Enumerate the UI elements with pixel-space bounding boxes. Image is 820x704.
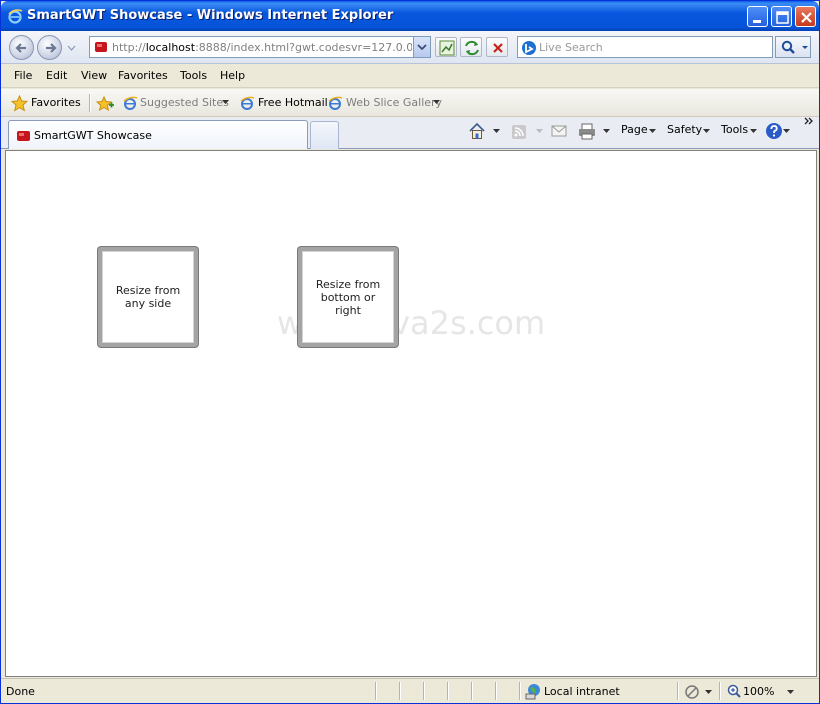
menu-tools[interactable]: Tools xyxy=(180,69,207,82)
menu-bar: File Edit View Favorites Tools Help xyxy=(1,64,819,88)
print-icon[interactable] xyxy=(578,123,596,140)
ie-page-icon xyxy=(240,96,255,110)
status-separator xyxy=(495,682,496,700)
maximize-button[interactable] xyxy=(771,6,792,27)
tab-smartgwt-showcase[interactable]: SmartGWT Showcase xyxy=(8,120,308,149)
chevron-down-icon xyxy=(417,44,427,51)
browser-window: SmartGWT Showcase - Windows Internet Exp… xyxy=(0,0,820,704)
status-separator xyxy=(519,682,520,700)
recent-pages-dropdown-icon[interactable] xyxy=(67,45,76,51)
status-separator xyxy=(399,682,400,700)
help-icon[interactable] xyxy=(765,122,783,140)
resize-bottom-right-label: Resize from bottom or right xyxy=(315,277,381,317)
resize-any-side-label: Resize from any side xyxy=(115,284,181,310)
ie-page-icon xyxy=(123,96,138,110)
free-hotmail-link[interactable]: Free Hotmail xyxy=(258,96,328,109)
tab-label: SmartGWT Showcase xyxy=(34,129,152,142)
resize-any-side-box[interactable]: Resize from any side xyxy=(98,247,198,347)
feeds-dropdown-icon[interactable] xyxy=(536,129,543,134)
status-bar: Done Local intranet 100% xyxy=(1,678,819,703)
print-dropdown-icon[interactable] xyxy=(603,129,610,134)
resize-bottom-right-box[interactable]: Resize from bottom or right xyxy=(298,247,398,347)
url-prefix: http:// xyxy=(112,41,146,54)
url-host: localhost xyxy=(145,41,196,54)
status-text: Done xyxy=(6,685,35,698)
menu-file[interactable]: File xyxy=(14,69,32,82)
status-separator xyxy=(677,682,678,700)
menu-help[interactable]: Help xyxy=(220,69,245,82)
home-icon[interactable] xyxy=(468,122,486,140)
back-arrow-icon xyxy=(15,43,26,53)
safety-menu-button[interactable]: Safety xyxy=(667,123,702,136)
tools-dropdown-icon[interactable] xyxy=(750,129,757,134)
search-button[interactable] xyxy=(775,36,811,58)
tab-bar: SmartGWT Showcase Page Safety Tools xyxy=(1,117,819,149)
safety-dropdown-icon[interactable] xyxy=(703,129,710,134)
stop-icon xyxy=(493,43,503,53)
feeds-icon[interactable] xyxy=(511,124,527,140)
url-rest: :8888/index.html?gwt.codesvr=127.0.0.1:9… xyxy=(195,41,412,54)
status-separator xyxy=(423,682,424,700)
stop-button[interactable] xyxy=(486,37,508,57)
status-separator xyxy=(471,682,472,700)
search-placeholder: Live Search xyxy=(539,41,603,54)
local-intranet-globe-icon xyxy=(525,684,540,700)
protected-mode-icon[interactable] xyxy=(684,684,700,700)
suggested-sites-link[interactable]: Suggested Sites xyxy=(140,96,229,109)
compatibility-view-icon xyxy=(439,40,455,56)
window-title: SmartGWT Showcase - Windows Internet Exp… xyxy=(27,8,394,23)
gwt-page-icon xyxy=(95,42,107,52)
refresh-icon xyxy=(465,40,479,56)
page-dropdown-icon[interactable] xyxy=(649,129,656,134)
help-dropdown-icon[interactable] xyxy=(783,129,790,134)
web-slice-dropdown-icon[interactable] xyxy=(433,100,440,105)
menu-favorites[interactable]: Favorites xyxy=(118,69,168,82)
page-content: www.java2s.com Resize from any side Resi… xyxy=(5,150,817,677)
page-menu-button[interactable]: Page xyxy=(621,123,648,136)
close-window-button[interactable] xyxy=(795,6,816,27)
back-button[interactable] xyxy=(9,35,34,60)
search-box[interactable]: Live Search xyxy=(517,36,773,58)
favorites-button[interactable]: Favorites xyxy=(31,96,81,109)
status-separator xyxy=(719,682,720,700)
title-bar[interactable]: SmartGWT Showcase - Windows Internet Exp… xyxy=(1,1,819,31)
web-slice-gallery-link[interactable]: Web Slice Gallery xyxy=(346,96,442,109)
zoom-dropdown-icon[interactable] xyxy=(787,690,794,695)
favorites-star-icon xyxy=(11,95,28,112)
gwt-page-icon xyxy=(17,131,30,141)
address-url[interactable]: http://localhost:8888/index.html?gwt.cod… xyxy=(112,41,412,54)
forward-arrow-icon xyxy=(46,43,57,53)
tools-menu-button[interactable]: Tools xyxy=(721,123,748,136)
new-tab-button[interactable] xyxy=(310,121,339,149)
minimize-button[interactable] xyxy=(747,6,768,27)
search-icon xyxy=(781,40,808,54)
maximize-icon xyxy=(776,11,789,24)
favbar-separator xyxy=(89,94,90,112)
close-icon xyxy=(801,12,812,23)
security-zone-label[interactable]: Local intranet xyxy=(544,685,620,698)
read-mail-icon[interactable] xyxy=(551,124,567,138)
status-separator xyxy=(447,682,448,700)
home-dropdown-icon[interactable] xyxy=(493,129,500,134)
minimize-icon xyxy=(753,20,761,23)
add-to-favorites-bar-icon[interactable] xyxy=(96,95,114,112)
favorites-bar: Favorites Suggested Sites Free Hotmail W… xyxy=(1,89,819,117)
more-commands-icon[interactable] xyxy=(804,117,814,127)
address-bar[interactable]: http://localhost:8888/index.html?gwt.cod… xyxy=(89,36,431,58)
navigation-bar: http://localhost:8888/index.html?gwt.cod… xyxy=(1,31,819,64)
live-search-icon xyxy=(522,41,536,55)
status-separator xyxy=(375,682,376,700)
menu-view[interactable]: View xyxy=(81,69,107,82)
ie-page-icon xyxy=(328,96,343,110)
ie-logo-icon xyxy=(8,9,23,24)
refresh-button[interactable] xyxy=(460,37,482,57)
zoom-icon[interactable] xyxy=(727,684,742,699)
protected-mode-dropdown-icon[interactable] xyxy=(705,690,712,695)
suggested-sites-dropdown-icon[interactable] xyxy=(222,100,229,105)
compatibility-view-button[interactable] xyxy=(435,37,457,57)
menu-edit[interactable]: Edit xyxy=(46,69,67,82)
forward-button[interactable] xyxy=(37,35,62,60)
address-dropdown-button[interactable] xyxy=(413,37,430,57)
zoom-level[interactable]: 100% xyxy=(743,685,774,698)
